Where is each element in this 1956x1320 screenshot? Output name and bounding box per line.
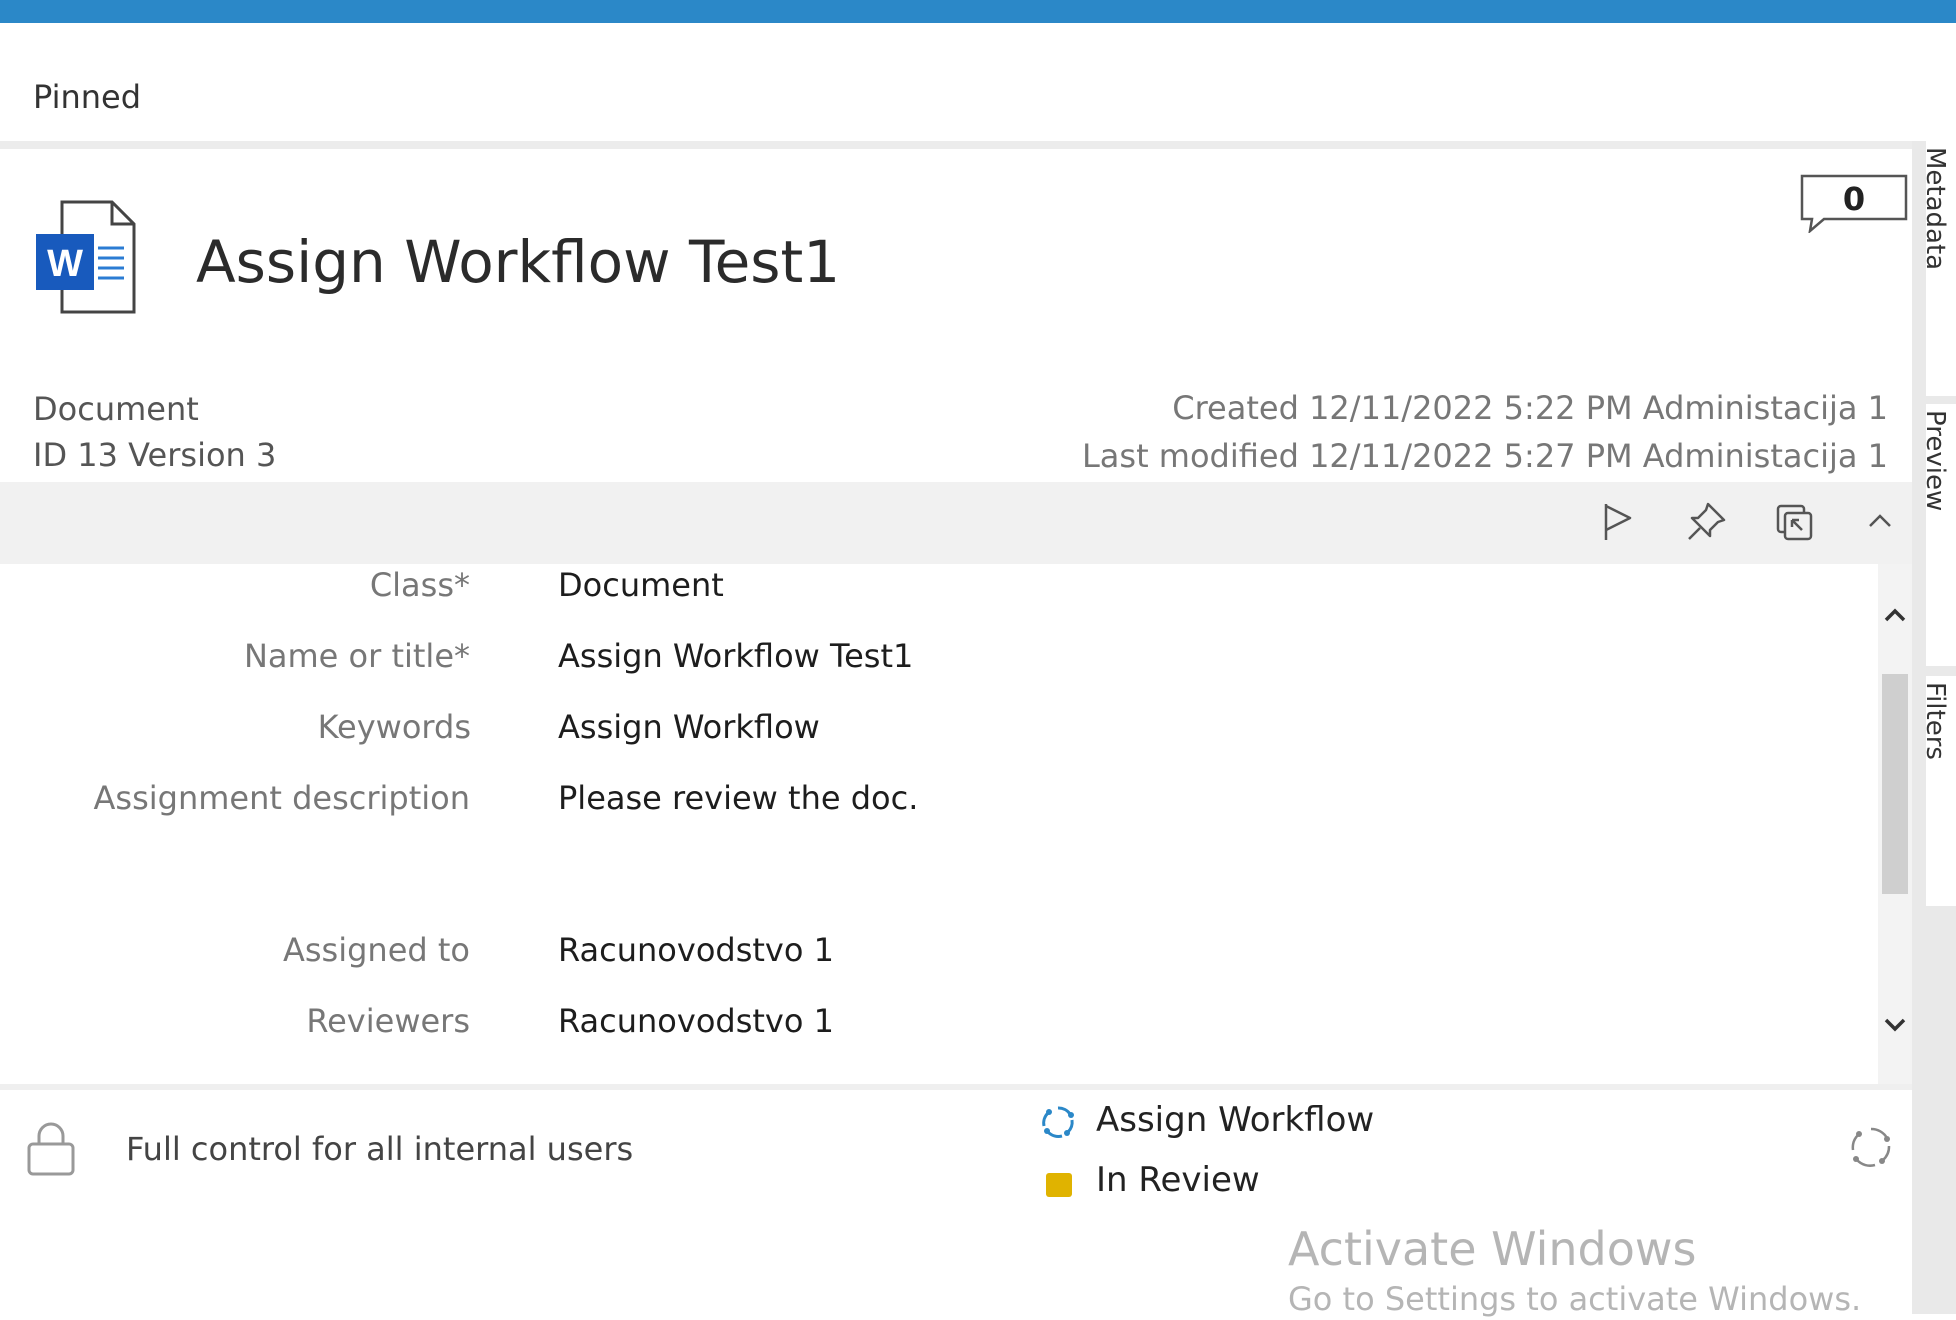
top-accent-bar: [0, 0, 1956, 23]
comment-count[interactable]: 0: [1798, 180, 1910, 218]
workflow-name[interactable]: Assign Workflow: [1096, 1100, 1374, 1140]
permissions-text[interactable]: Full control for all internal users: [126, 1130, 633, 1168]
property-value-class[interactable]: Document: [558, 566, 724, 604]
pin-icon[interactable]: [1684, 500, 1728, 544]
last-modified-info: Last modified 12/11/2022 5:27 PM Adminis…: [1081, 437, 1888, 475]
property-value-assignment-description[interactable]: Please review the doc.: [558, 779, 918, 817]
side-tab-filters[interactable]: Filters: [1926, 676, 1956, 906]
activate-windows-subtitle: Go to Settings to activate Windows.: [1288, 1280, 1862, 1318]
property-value-keywords[interactable]: Assign Workflow: [558, 708, 820, 746]
svg-text:W: W: [47, 243, 83, 285]
document-type: Document: [33, 390, 199, 428]
property-label-reviewers: Reviewers: [306, 1002, 470, 1040]
created-info: Created 12/11/2022 5:22 PM Administacija…: [1172, 389, 1888, 427]
flag-icon[interactable]: [1596, 500, 1640, 544]
pinned-label[interactable]: Pinned: [33, 78, 141, 116]
document-meta-left: Document ID 13 Version 3: [33, 386, 276, 478]
workflow-state[interactable]: In Review: [1096, 1160, 1260, 1200]
scroll-down-icon[interactable]: [1882, 1012, 1908, 1038]
property-value-reviewers[interactable]: Racunovodstvo 1: [558, 1002, 834, 1040]
side-tab-preview[interactable]: Preview: [1926, 404, 1956, 666]
workflow-icon: [1042, 1106, 1074, 1138]
property-label-name: Name or title*: [243, 637, 470, 675]
document-id-version: ID 13 Version 3: [33, 436, 277, 474]
activate-windows-title: Activate Windows: [1288, 1222, 1697, 1276]
workflow-state-color: [1046, 1173, 1072, 1197]
document-title: Assign Workflow Test1: [196, 228, 841, 296]
property-label-keywords: Keywords: [317, 708, 471, 746]
scrollbar-thumb[interactable]: [1882, 674, 1908, 894]
scroll-up-icon[interactable]: [1882, 602, 1908, 628]
property-label-assigned-to: Assigned to: [282, 931, 470, 969]
property-value-assigned-to[interactable]: Racunovodstvo 1: [558, 931, 834, 969]
collapse-chevron-icon[interactable]: [1858, 500, 1902, 544]
pinned-header: Pinned: [0, 23, 1956, 149]
lock-icon[interactable]: [26, 1120, 76, 1176]
word-document-icon: W: [36, 200, 136, 314]
property-label-assignment-description: Assignment description: [93, 779, 471, 817]
document-meta-right: Created 12/11/2022 5:22 PM Administacija…: [1082, 384, 1888, 480]
workflow-refresh-icon[interactable]: [1848, 1124, 1894, 1170]
side-tab-metadata[interactable]: Metadata: [1926, 141, 1956, 396]
property-label-class: Class*: [369, 566, 470, 604]
window-icon[interactable]: [1772, 500, 1816, 544]
property-value-name[interactable]: Assign Workflow Test1: [558, 637, 913, 675]
